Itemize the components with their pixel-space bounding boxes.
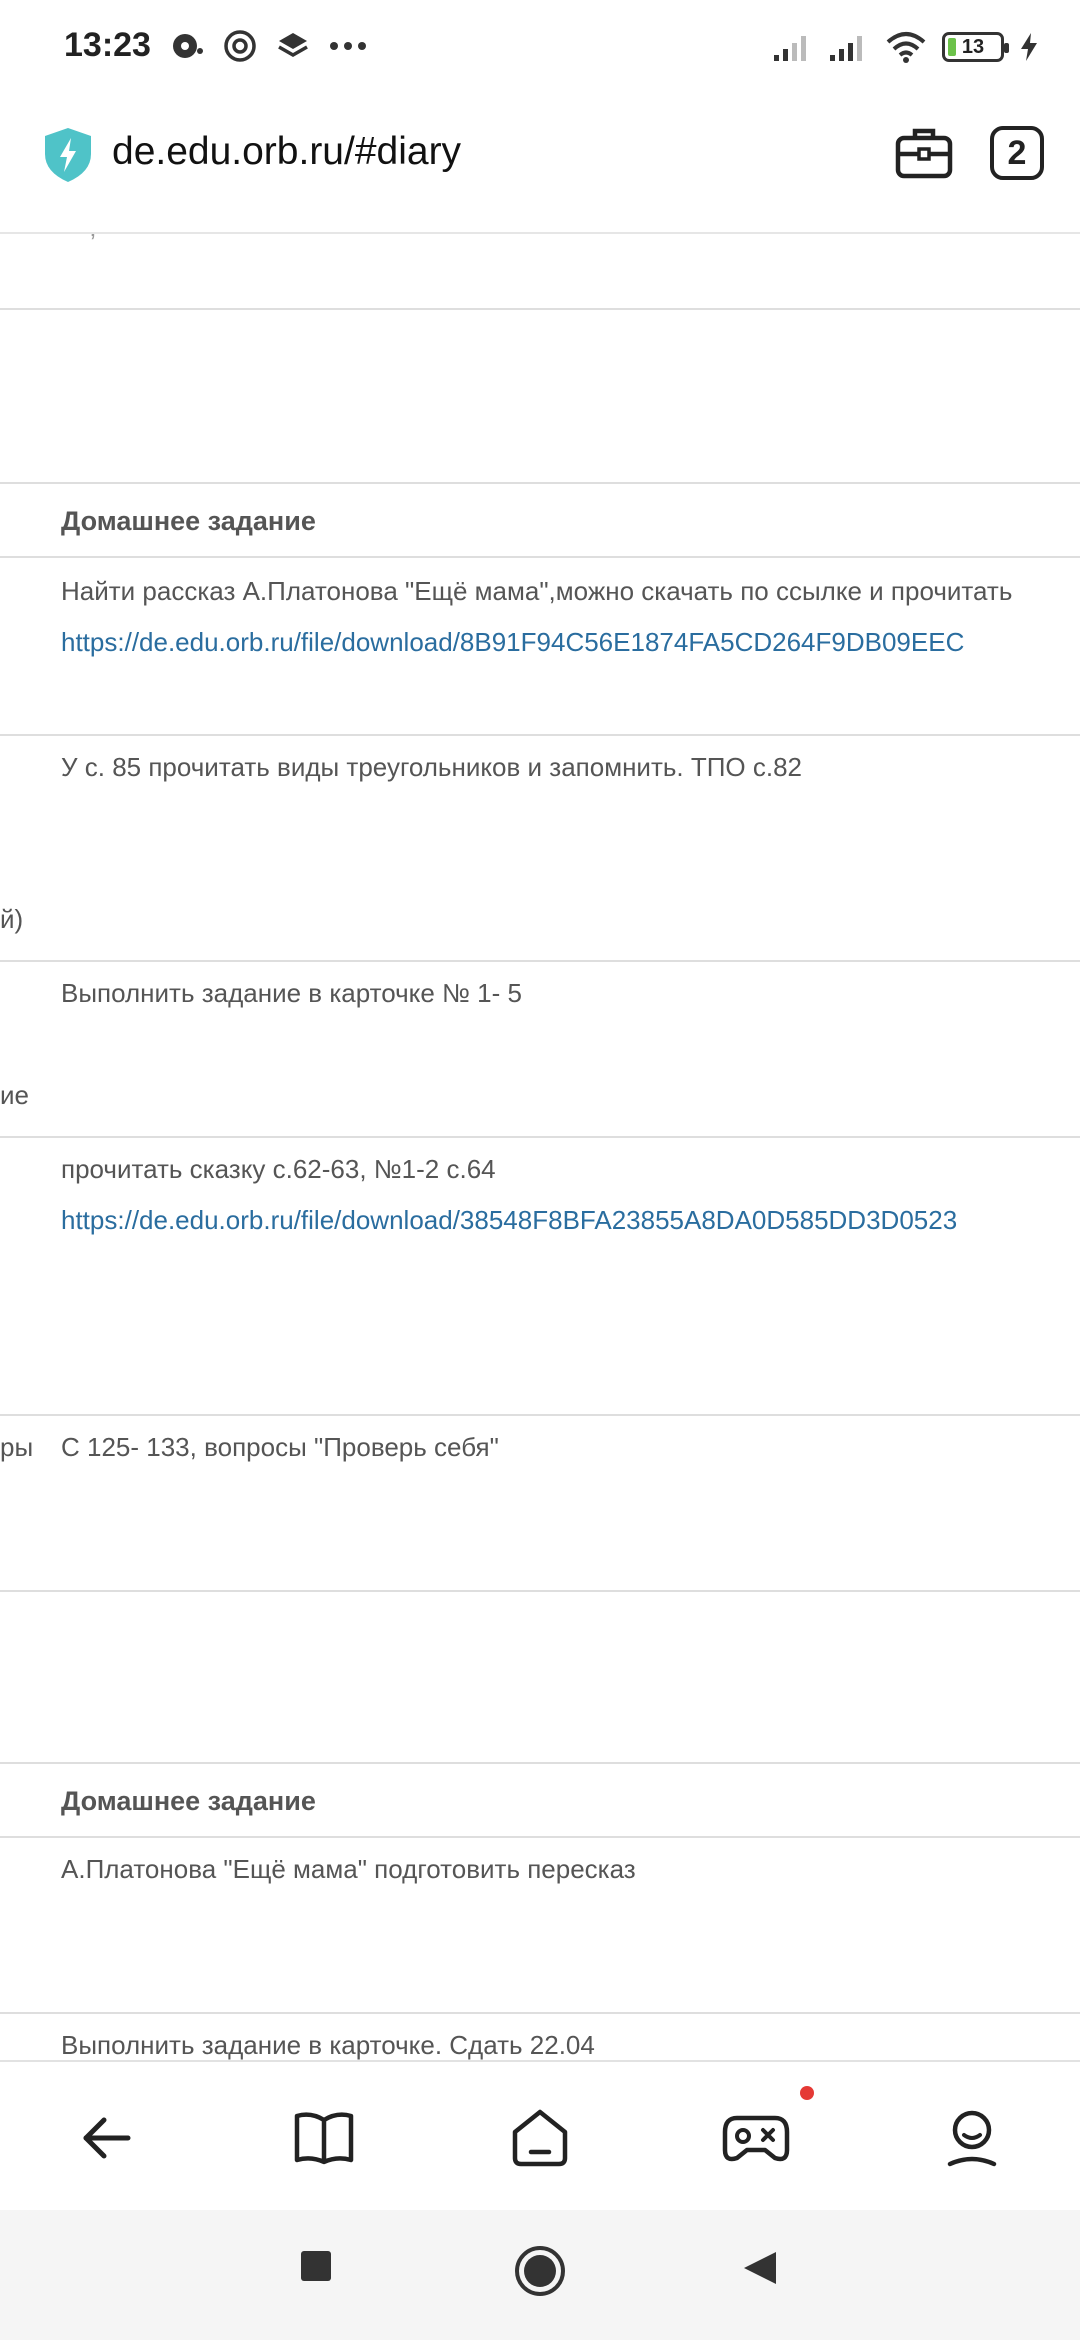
status-notification-icons (170, 28, 368, 64)
table-row: А.Платонова "Ещё мама" подготовить перес… (0, 1836, 1080, 2012)
table-row: У с. 85 прочитать виды треугольников и з… (0, 734, 1080, 960)
tabs-count-button[interactable]: 2 (990, 126, 1044, 180)
home-button[interactable] (504, 2102, 576, 2174)
subject-fragment: ры (0, 1432, 34, 1462)
table-row: Выполнить задание в карточке. Сдать 22.0… (0, 2012, 1080, 2060)
table-row: Найти рассказ А.Платонова "Ещё мама",мож… (0, 556, 1080, 732)
home-icon (512, 2109, 568, 2167)
notification-dot (800, 2086, 814, 2100)
media-icon (173, 34, 203, 58)
diary-content: ‚ Домашнее задание Найти рассказ А.Плато… (0, 234, 1080, 2060)
browser-bottom-nav (0, 2060, 1080, 2210)
homework-text: Выполнить задание в карточке № 1- 5 (61, 978, 522, 1008)
homework-text: прочитать сказку с.62-63, №1-2 с.64 http… (61, 1144, 1040, 1246)
book-icon (294, 2112, 354, 2165)
homework-link[interactable]: https://de.edu.orb.ru/file/download/8B91… (61, 617, 1040, 668)
partial-text-top: ‚ (90, 234, 96, 243)
table-row: С 125- 133, вопросы "Проверь себя" ры (0, 1414, 1080, 1590)
homework-text-value: прочитать сказку с.62-63, №1-2 с.64 (61, 1154, 496, 1184)
status-time: 13:23 (64, 26, 151, 64)
gamepad-icon (722, 2115, 790, 2162)
homework-text-value: Найти рассказ А.Платонова "Ещё мама",мож… (61, 576, 1013, 606)
browser-address-bar: de.edu.orb.ru/#diary 2 (0, 96, 1080, 234)
table-row-empty (0, 1590, 1080, 1762)
charging-icon (1021, 33, 1037, 61)
homework-header-row: Домашнее задание (0, 1762, 1080, 1838)
layers-icon (278, 33, 308, 58)
url-field[interactable]: de.edu.orb.ru/#diary (112, 130, 461, 174)
profile-button[interactable] (936, 2102, 1008, 2174)
table-row: прочитать сказку с.62-63, №1-2 с.64 http… (0, 1136, 1080, 1414)
back-triangle-icon[interactable] (742, 2250, 778, 2286)
homework-link[interactable]: https://de.edu.orb.ru/file/download/3854… (61, 1195, 1040, 1246)
homework-text: Найти рассказ А.Платонова "Ещё мама",мож… (61, 566, 1040, 668)
more-icon (330, 42, 366, 50)
system-nav-bar (0, 2210, 1080, 2340)
homework-text: Выполнить задание в карточке. Сдать 22.0… (61, 2030, 595, 2060)
homework-text: А.Платонова "Ещё мама" подготовить перес… (61, 1854, 636, 1884)
status-bar: 13:23 13 (0, 0, 1080, 96)
subject-fragment: й) (0, 904, 24, 934)
battery-level: 13 (961, 35, 985, 58)
bookmarks-button[interactable] (288, 2102, 360, 2174)
subject-fragment: ие (0, 1080, 29, 1110)
homework-header: Домашнее задание (61, 506, 316, 536)
back-arrow-icon (83, 2117, 131, 2159)
games-button[interactable] (720, 2102, 792, 2174)
homework-header-row: Домашнее задание (0, 482, 1080, 558)
homework-header: Домашнее задание (61, 1786, 316, 1816)
table-row-empty (0, 308, 1080, 480)
back-button[interactable] (70, 2102, 142, 2174)
status-system-icons: 13 (772, 30, 1040, 64)
homework-text: У с. 85 прочитать виды треугольников и з… (61, 752, 803, 782)
home-circle-icon[interactable] (513, 2244, 567, 2298)
signal-1-icon (774, 36, 806, 61)
homework-text: С 125- 133, вопросы "Проверь себя" (61, 1432, 499, 1462)
profile-icon (947, 2110, 997, 2167)
signal-2-icon (830, 36, 862, 61)
battery-icon: 13 (942, 32, 1009, 62)
at-sign-icon (224, 30, 256, 62)
briefcase-icon[interactable] (894, 124, 954, 182)
recents-icon[interactable] (300, 2250, 332, 2282)
security-shield-icon[interactable] (42, 126, 94, 184)
wifi-icon (886, 32, 926, 63)
table-row: Выполнить задание в карточке № 1- 5 ие (0, 960, 1080, 1136)
